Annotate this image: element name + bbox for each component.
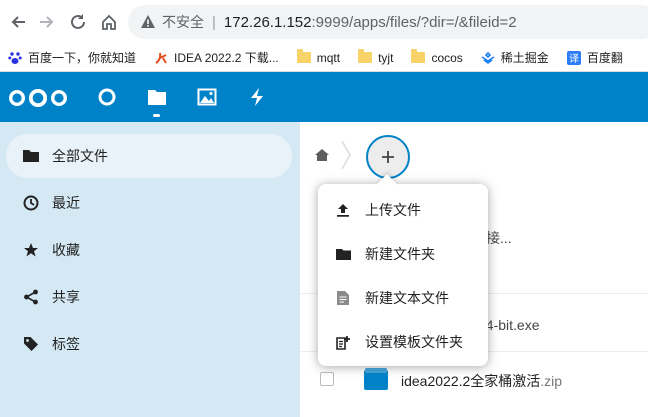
warning-icon [141, 15, 155, 28]
nextcloud-logo-icon[interactable] [8, 89, 68, 107]
dashboard-icon[interactable] [96, 86, 118, 108]
sidebar-item-shared[interactable]: 共享 [6, 275, 292, 319]
back-arrow-icon[interactable] [8, 12, 28, 32]
sidebar-item-recent[interactable]: 最近 [6, 181, 292, 225]
breadcrumb-chevron-icon [341, 140, 351, 170]
bookmark-cocos[interactable]: cocos [411, 49, 463, 65]
bookmark-label: tyjt [378, 50, 394, 65]
sidebar-item-label: 收藏 [52, 242, 80, 258]
bookmarks-bar: 百度一下，你就知道 IDEA 2022.2 下载... mqtt tyjt co… [0, 44, 648, 72]
tag-icon [22, 335, 40, 353]
csdn-icon [155, 52, 167, 64]
bookmark-idea[interactable]: IDEA 2022.2 下载... [154, 49, 279, 66]
folder-icon [358, 49, 373, 63]
bookmark-mqtt[interactable]: mqtt [296, 49, 341, 65]
bookmark-baidu-translate[interactable]: 译 百度翻 [566, 49, 623, 66]
sidebar-item-label: 全部文件 [52, 148, 108, 164]
new-menu-popup: 上传文件 新建文件夹 新建文本文件 设置模板文件夹 [318, 184, 488, 366]
folder-icon [22, 147, 40, 165]
menu-item-label: 新建文本文件 [365, 290, 449, 306]
folder-icon [411, 49, 426, 63]
sidebar-item-label: 共享 [52, 289, 80, 305]
sidebar-item-all-files[interactable]: 全部文件 [6, 134, 292, 178]
menu-item-new-text-file[interactable]: 新建文本文件 [318, 276, 488, 320]
address-bar[interactable]: 不安全 | 172.26.1.152:9999/apps/files/?dir=… [128, 5, 648, 39]
bookmark-label: 百度一下，你就知道 [28, 51, 137, 65]
sidebar-item-favorites[interactable]: 收藏 [6, 228, 292, 272]
menu-item-new-folder[interactable]: 新建文件夹 [318, 232, 488, 276]
menu-item-template-folder[interactable]: 设置模板文件夹 [318, 320, 488, 364]
forward-arrow-icon[interactable] [37, 12, 57, 32]
files-icon[interactable] [146, 86, 168, 108]
url-host: 172.26.1.152 [223, 13, 312, 31]
star-icon [22, 241, 40, 259]
upload-icon [335, 202, 351, 218]
menu-item-label: 设置模板文件夹 [365, 334, 463, 350]
folder-icon [296, 49, 311, 63]
browser-toolbar: 不安全 | 172.26.1.152:9999/apps/files/?dir=… [0, 0, 648, 44]
file-select-checkbox[interactable] [320, 372, 334, 386]
menu-item-label: 新建文件夹 [365, 246, 435, 262]
share-icon [22, 288, 40, 306]
url-separator: | [212, 13, 216, 31]
baidu-paw-icon [8, 51, 22, 64]
url-path: :9999/apps/files/?dir=/&fileid=2 [311, 13, 517, 31]
bookmark-tyjt[interactable]: tyjt [358, 49, 394, 65]
app-header [0, 72, 648, 122]
sidebar-item-label: 标签 [52, 336, 80, 352]
clock-icon [22, 194, 40, 212]
menu-item-label: 上传文件 [365, 202, 421, 218]
translate-icon: 译 [566, 50, 581, 65]
bookmark-label: 百度翻 [586, 51, 623, 65]
new-file-button[interactable] [366, 135, 410, 179]
insecure-label: 不安全 [162, 14, 204, 30]
svg-text:译: 译 [569, 53, 579, 65]
bookmark-label: IDEA 2022.2 下载... [174, 51, 279, 65]
home-breadcrumb-icon[interactable] [314, 148, 330, 162]
plus-icon [382, 151, 394, 163]
activity-icon[interactable] [246, 86, 268, 108]
menu-item-upload[interactable]: 上传文件 [318, 188, 488, 232]
file-name-base: idea2022.2全家桶激活 [401, 373, 541, 389]
sidebar-item-label: 最近 [52, 195, 80, 211]
browser-window: { "browser": { "insecure_label": "不安全", … [0, 0, 648, 417]
home-icon[interactable] [99, 12, 119, 32]
bookmark-label: cocos [431, 50, 463, 65]
bookmark-label: 稀土掘金 [500, 51, 549, 65]
text-file-icon [335, 290, 351, 306]
folder-icon [335, 246, 351, 262]
zip-file-icon [364, 368, 388, 390]
file-row-name[interactable]: idea2022.2全家桶激活.zip [401, 371, 562, 391]
template-icon [335, 334, 351, 350]
photos-icon[interactable] [196, 86, 218, 108]
bookmark-juejin[interactable]: 稀土掘金 [481, 49, 549, 66]
active-app-indicator [153, 114, 160, 117]
bookmark-baidu[interactable]: 百度一下，你就知道 [8, 49, 136, 66]
bookmark-label: mqtt [316, 50, 341, 65]
reload-icon[interactable] [68, 12, 88, 32]
partial-text: 接... [486, 230, 512, 246]
sidebar-item-tags[interactable]: 标签 [6, 322, 292, 366]
sidebar: 全部文件 最近 收藏 共享 标签 [0, 122, 300, 417]
file-extension: .zip [540, 373, 563, 389]
juejin-icon [481, 51, 495, 64]
